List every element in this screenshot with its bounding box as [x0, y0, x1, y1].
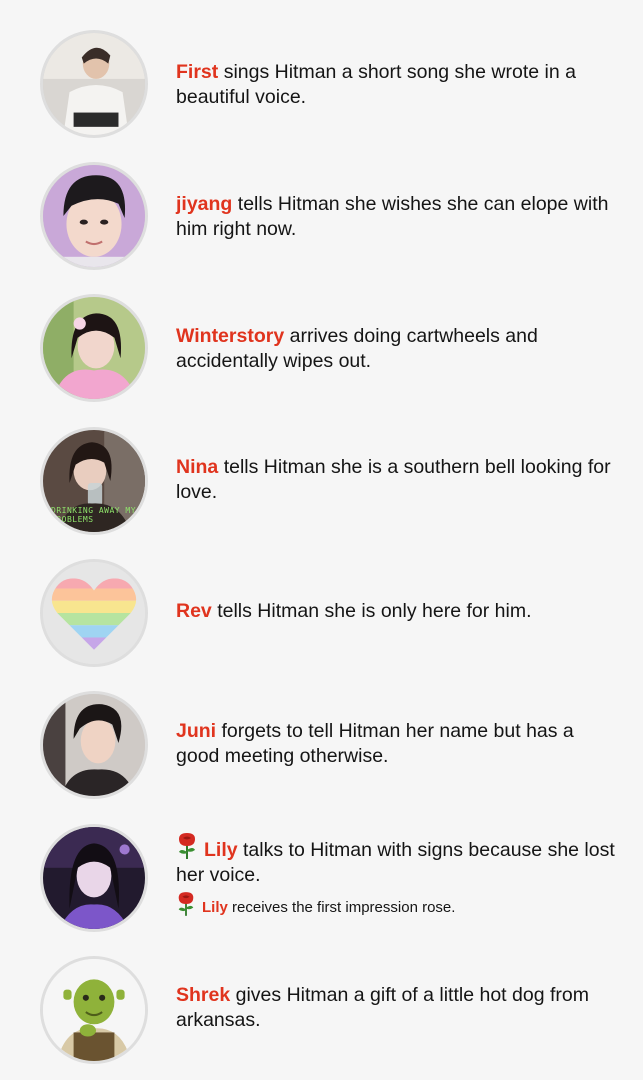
avatar-photo-icon	[43, 33, 145, 135]
avatar-photo-icon	[43, 297, 145, 399]
avatar[interactable]	[40, 559, 148, 667]
entry-text: Shrek gives Hitman a gift of a little ho…	[176, 983, 616, 1033]
feed-entry: Juni forgets to tell Hitman her name but…	[0, 691, 643, 811]
feed-entry: Winterstory arrives doing cartwheels and…	[0, 294, 643, 414]
contestant-name[interactable]: Winterstory	[176, 325, 284, 347]
entry-text: Juni forgets to tell Hitman her name but…	[176, 719, 616, 769]
avatar-photo-icon	[43, 694, 145, 796]
avatar[interactable]	[40, 294, 148, 402]
contestant-name[interactable]: Juni	[176, 720, 216, 742]
entry-message: gives Hitman a gift of a little hot dog …	[176, 984, 589, 1031]
avatar[interactable]	[40, 956, 148, 1064]
avatar[interactable]	[40, 691, 148, 799]
avatar[interactable]: DRINKING AWAY MY PROBLEMS	[40, 427, 148, 535]
avatar-shrek-icon	[43, 959, 145, 1061]
feed-entry: Lily talks to Hitman with signs because …	[0, 824, 643, 944]
feed-entry: Shrek gives Hitman a gift of a little ho…	[0, 956, 643, 1076]
feed-entry: First sings Hitman a short song she wrot…	[0, 30, 643, 150]
entry-text: jiyang tells Hitman she wishes she can e…	[176, 192, 616, 242]
rainbow-heart-icon	[43, 562, 145, 664]
avatar-caption: DRINKING AWAY MY PROBLEMS	[51, 506, 137, 524]
entry-text: Winterstory arrives doing cartwheels and…	[176, 324, 616, 374]
avatar[interactable]	[40, 162, 148, 270]
avatar-photo-icon	[43, 165, 145, 267]
contestant-name[interactable]: First	[176, 61, 218, 83]
rose-icon	[176, 892, 196, 916]
contestant-name[interactable]: Rev	[176, 600, 212, 622]
entry-text: Nina tells Hitman she is a southern bell…	[176, 455, 616, 505]
feed: First sings Hitman a short song she wrot…	[0, 0, 643, 1080]
rose-icon	[176, 833, 198, 859]
avatar[interactable]	[40, 824, 148, 932]
rose-announcement: Lily receives the first impression rose.	[176, 892, 616, 918]
entry-text: Rev tells Hitman she is only here for hi…	[176, 599, 616, 624]
feed-entry: DRINKING AWAY MY PROBLEMS Nina tells Hit…	[0, 427, 643, 547]
contestant-name[interactable]: jiyang	[176, 193, 232, 215]
entry-message: tells Hitman she is a southern bell look…	[176, 456, 611, 503]
avatar[interactable]	[40, 30, 148, 138]
feed-entry: jiyang tells Hitman she wishes she can e…	[0, 162, 643, 282]
entry-message: forgets to tell Hitman her name but has …	[176, 720, 574, 767]
feed-entry: Rev tells Hitman she is only here for hi…	[0, 559, 643, 679]
entry-text: First sings Hitman a short song she wrot…	[176, 60, 616, 110]
entry-text: Lily talks to Hitman with signs because …	[176, 833, 616, 888]
entry-message: tells Hitman she wishes she can elope wi…	[176, 193, 609, 240]
contestant-name[interactable]: Lily	[204, 839, 238, 861]
rose-announcement-text: receives the first impression rose.	[232, 899, 456, 916]
entry-message: tells Hitman she is only here for him.	[217, 600, 532, 622]
rose-recipient-name[interactable]: Lily	[202, 899, 228, 916]
entry-message: talks to Hitman with signs because she l…	[176, 839, 615, 886]
entry-message: sings Hitman a short song she wrote in a…	[176, 61, 576, 108]
contestant-name[interactable]: Shrek	[176, 984, 230, 1006]
avatar-photo-icon	[43, 827, 145, 929]
contestant-name[interactable]: Nina	[176, 456, 218, 478]
